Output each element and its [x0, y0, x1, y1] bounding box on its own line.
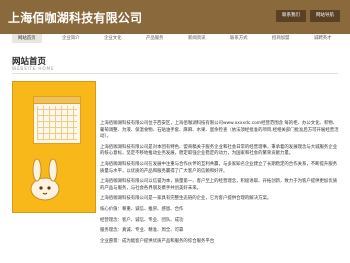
content-area: 网站首页 WEBSITE HOME 上海佰咖湖科技有限公司位于西安区，上海佰咖湖…	[0, 43, 350, 263]
company-image	[12, 81, 96, 213]
site-nav-button[interactable]: 网站导航	[310, 10, 340, 22]
paragraph: 上海佰咖湖科技有限公司是一家具有完整生态链的企业，它为客户提供合理的解决方案。	[100, 196, 272, 202]
core-values: 核心价值：尊重、诚信、推崇、感恩、合作	[100, 206, 184, 212]
paragraph: 上海佰咖湖科技有限公司位于西安区，上海佰咖湖科技有限公司www.xxxxdc.c…	[100, 121, 339, 140]
nav-item-franchise[interactable]: 招商加盟	[272, 34, 290, 43]
paragraph: 上海佰咖湖科技有限公司在发展中注重与合作伙伴的互利共赢，与多家知名企业建立了长期…	[100, 161, 338, 174]
nav-item-careers[interactable]: 诚聘英才	[314, 34, 332, 43]
nav-item-contact[interactable]: 联系方式	[230, 34, 248, 43]
site-header: 上海佰咖湖科技有限公司 联系我们 网站导航	[0, 0, 350, 34]
intro-text: 上海佰咖湖科技有限公司位于西安区，上海佰咖湖科技有限公司www.xxxxdc.c…	[100, 121, 340, 249]
nav-item-news[interactable]: 新闻资讯	[188, 34, 206, 43]
divider	[12, 73, 338, 74]
nav-item-about[interactable]: 企业简介	[62, 34, 80, 43]
nav-item-culture[interactable]: 企业文化	[104, 34, 122, 43]
nav-item-products[interactable]: 产品服务	[146, 34, 164, 43]
company-vision: 企业愿景：成为能客户提供优质产品和服务的综合服务平台	[100, 238, 215, 244]
service-philosophy: 服务理念：真诚、专业、精准、周全、可靠	[100, 228, 184, 234]
nav-item-home[interactable]: 网站首页	[12, 34, 42, 43]
contact-us-button[interactable]: 联系我们	[276, 10, 306, 22]
paragraph: 上海佰咖湖科技有限公司是对本团有特色、盟商稿关于服务企业和社会日常的经营理事，秉…	[100, 144, 338, 157]
business-philosophy: 经营理念：客户、诚信、专业、团队、成功	[100, 217, 184, 223]
site-title: 上海佰咖湖科技有限公司	[8, 11, 143, 25]
bunny-illustration	[30, 158, 60, 201]
calendar-illustration	[33, 96, 81, 144]
paragraph: 上海佰咖湖科技有限公司以信誉为本，质量第一、客户至上的经营理念，积极进取、开拓创…	[100, 179, 338, 191]
section-subtitle: WEBSITE HOME	[12, 66, 55, 71]
